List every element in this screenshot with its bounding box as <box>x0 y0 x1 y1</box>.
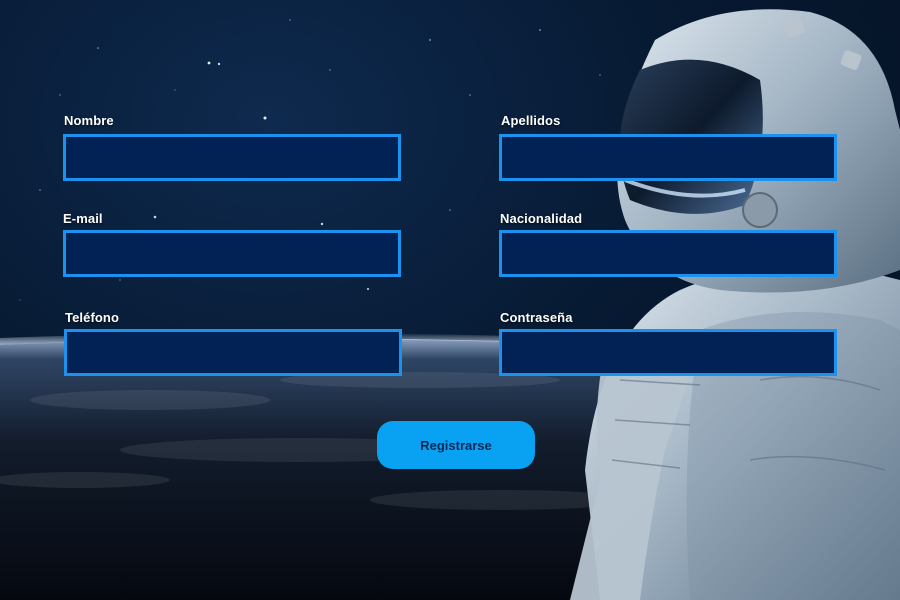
apellidos-label: Apellidos <box>501 113 561 128</box>
nombre-label: Nombre <box>64 113 114 128</box>
nacionalidad-label: Nacionalidad <box>500 211 583 226</box>
telefono-label: Teléfono <box>65 310 119 325</box>
telefono-input[interactable] <box>64 329 402 376</box>
astronaut-illustration <box>570 9 900 600</box>
contrasena-label: Contraseña <box>500 310 573 325</box>
contrasena-input[interactable] <box>499 329 837 376</box>
nacionalidad-input[interactable] <box>499 230 837 277</box>
apellidos-input[interactable] <box>499 134 837 181</box>
register-button[interactable]: Registrarse <box>377 421 535 469</box>
nombre-input[interactable] <box>63 134 401 181</box>
email-input[interactable] <box>63 230 401 277</box>
email-label: E-mail <box>63 211 103 226</box>
registration-screen: Nombre Apellidos E-mail Nacionalidad Tel… <box>0 0 900 600</box>
